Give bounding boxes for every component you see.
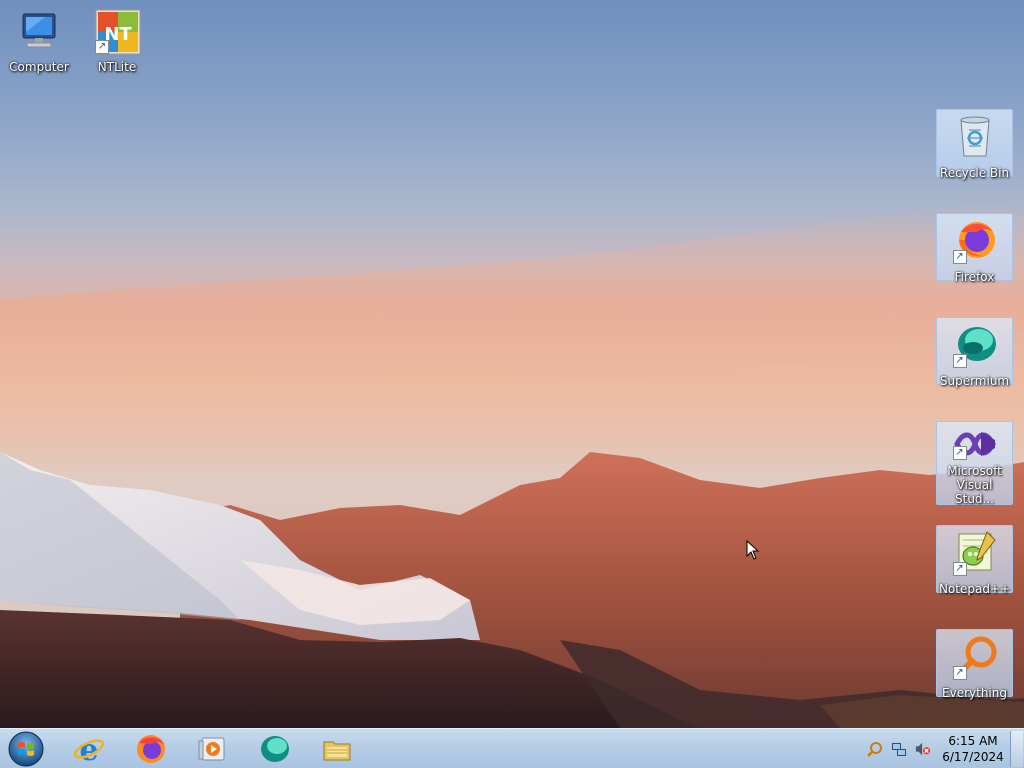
search-icon[interactable] — [867, 741, 883, 757]
desktop-icon-label: Everything — [942, 686, 1007, 700]
start-button[interactable] — [6, 730, 46, 768]
desktop-icon-visual-studio[interactable]: ↗ Microsoft Visual Stud... — [936, 421, 1013, 506]
clock-time: 6:15 AM — [948, 734, 998, 748]
taskbar-media-player[interactable] — [186, 731, 238, 767]
svg-text:e: e — [79, 733, 98, 765]
desktop-icon-label: NTLite — [97, 60, 137, 74]
wallpaper — [0, 200, 1024, 728]
shortcut-arrow-icon: ↗ — [95, 40, 109, 54]
desktop-icon-everything[interactable]: ↗ Everything — [936, 629, 1013, 700]
supermium-icon: ↗ — [951, 322, 999, 370]
notepad-plus-plus-icon: ↗ — [951, 530, 999, 578]
network-icon[interactable] — [891, 741, 907, 757]
desktop-icon-computer[interactable]: Computer — [0, 8, 78, 74]
file-explorer-icon — [323, 741, 351, 761]
supermium-icon — [261, 736, 289, 762]
taskbar-supermium[interactable] — [249, 731, 301, 767]
shortcut-arrow-icon: ↗ — [952, 666, 967, 680]
desktop-icon-label: Recycle Bin — [939, 166, 1010, 180]
recycle-bin-icon — [951, 114, 999, 162]
visual-studio-icon: ↗ — [951, 426, 999, 462]
shortcut-arrow-icon: ↗ — [952, 354, 967, 368]
desktop-icon-firefox[interactable]: ↗ Firefox — [936, 213, 1013, 284]
everything-search-icon: ↗ — [951, 634, 999, 682]
desktop[interactable]: Computer NT ↗ NTLite Recycle Bin ↗ Firef… — [0, 0, 1024, 728]
desktop-icon-label: Microsoft Visual Stud... — [947, 464, 1002, 506]
internet-explorer-icon: e — [73, 733, 105, 765]
volume-muted-icon[interactable] — [915, 741, 931, 757]
media-player-icon — [198, 737, 225, 761]
mouse-pointer-icon — [746, 540, 760, 560]
firefox-icon: ↗ — [951, 218, 999, 266]
ntlite-icon: NT ↗ — [93, 8, 141, 56]
desktop-icon-label: Notepad++ — [938, 582, 1011, 596]
shortcut-arrow-icon: ↗ — [952, 562, 967, 576]
desktop-icon-label: Firefox — [954, 270, 995, 284]
desktop-icon-label: Supermium — [939, 374, 1010, 388]
desktop-icon-notepad-plus-plus[interactable]: ↗ Notepad++ — [936, 525, 1013, 596]
desktop-icon-recycle-bin[interactable]: Recycle Bin — [936, 109, 1013, 180]
firefox-icon — [137, 735, 165, 763]
show-desktop-button[interactable] — [1010, 731, 1023, 767]
taskbar-internet-explorer[interactable]: e — [63, 731, 115, 767]
clock-date: 6/17/2024 — [942, 750, 1004, 764]
taskbar-file-explorer[interactable] — [311, 731, 363, 767]
desktop-icon-ntlite[interactable]: NT ↗ NTLite — [78, 8, 156, 74]
clock[interactable]: 6:15 AM 6/17/2024 — [940, 733, 1006, 765]
taskbar: e 6:15 AM 6/17/2024 — [0, 728, 1024, 768]
desktop-icon-supermium[interactable]: ↗ Supermium — [936, 317, 1013, 388]
taskbar-firefox[interactable] — [125, 731, 177, 767]
start-orb-icon — [8, 731, 44, 767]
desktop-icon-label: Computer — [9, 60, 69, 74]
shortcut-arrow-icon: ↗ — [952, 250, 967, 264]
shortcut-arrow-icon: ↗ — [952, 446, 967, 460]
computer-icon — [15, 8, 63, 56]
